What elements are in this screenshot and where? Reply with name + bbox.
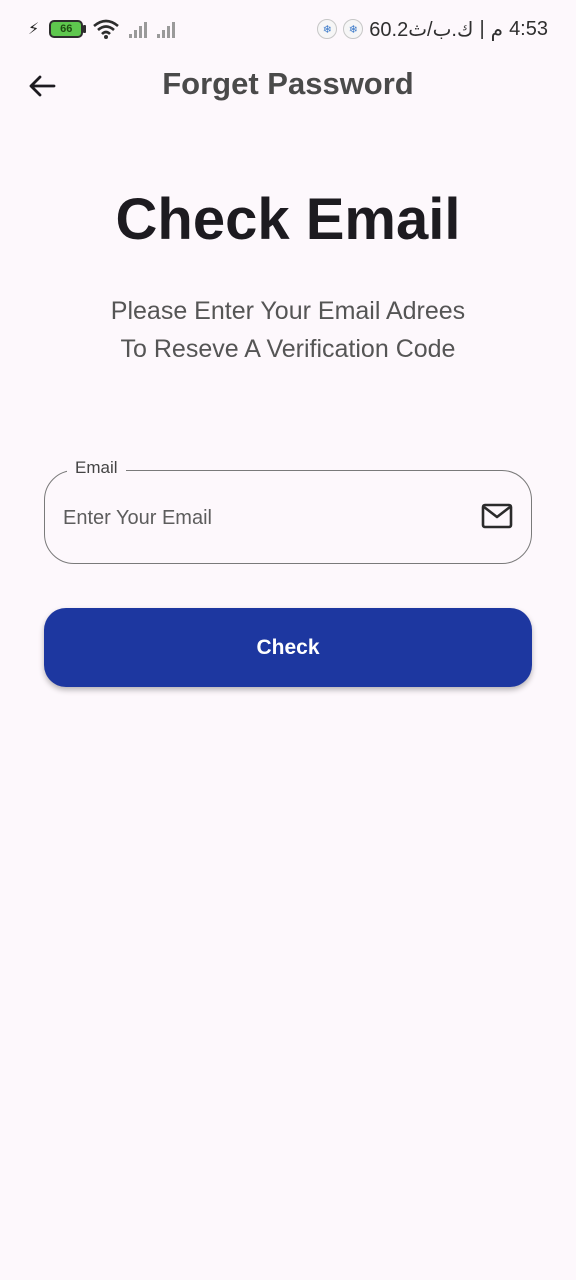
battery-level: 66: [60, 23, 73, 35]
network-speed: 60.2ك.ب/ث: [369, 18, 474, 41]
check-button[interactable]: Check: [44, 608, 532, 687]
notification-icon: ❄: [317, 19, 338, 39]
page-title: Forget Password: [162, 66, 414, 101]
email-input[interactable]: [61, 495, 465, 541]
battery-icon: 66: [49, 20, 87, 38]
email-field-label: Email: [67, 458, 126, 478]
notification-icon: ❄: [343, 19, 364, 39]
status-bar-left: ⚡ 66: [28, 19, 176, 39]
app-bar: Forget Password: [0, 58, 576, 114]
subtitle-line-2: To Reseve A Verification Code: [120, 335, 456, 363]
email-field[interactable]: Email: [44, 458, 532, 564]
signal-icon: [157, 20, 176, 38]
signal-icon: [129, 20, 148, 38]
charging-icon: ⚡: [28, 21, 40, 38]
subtitle: Please Enter Your Email Adrees To Reseve…: [0, 292, 576, 368]
meridiem: م: [490, 18, 504, 41]
wifi-icon: [93, 19, 120, 39]
clock: 4:53: [509, 17, 548, 40]
status-bar-right: ❄ ❄ 60.2ك.ب/ث | م 4:53: [317, 17, 548, 42]
heading: Check Email: [115, 187, 461, 252]
separator: |: [479, 17, 485, 40]
mail-icon: [481, 503, 513, 529]
status-bar: ⚡ 66 ❄ ❄ 60.2ك.ب/ث | م 4:53: [0, 0, 576, 58]
subtitle-line-1: Please Enter Your Email Adrees: [110, 297, 466, 325]
